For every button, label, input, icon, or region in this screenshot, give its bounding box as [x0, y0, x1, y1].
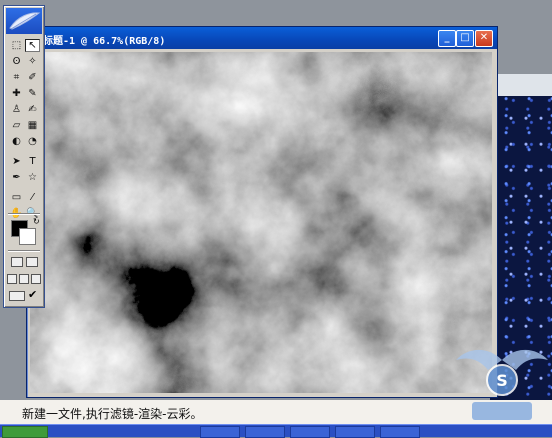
clouds-render	[30, 52, 492, 393]
marquee-tool-icon[interactable]: ⬚	[9, 39, 24, 52]
taskbar-item[interactable]	[290, 426, 330, 438]
document-title: 未标题-1 @ 66.7%(RGB/8)	[33, 36, 166, 47]
document-titlebar[interactable]: 未标题-1 @ 66.7%(RGB/8) _ □ ✕	[27, 27, 497, 49]
move-tool-icon[interactable]: ↖	[25, 39, 40, 52]
eyedropper-tool-icon[interactable]: ⁄	[25, 191, 40, 204]
screen-mode-full-icon[interactable]	[31, 274, 41, 284]
check-icon: ✔	[28, 288, 38, 301]
screen-mode-menu-icon[interactable]	[19, 274, 29, 284]
logo-watermark-icon: S	[456, 349, 548, 420]
toolbox-panel: ⬚↖ʘ✧⌗✐✚✎♙✍▱▦◐◔➤T✒☆▭⁄✋🔍 ↻ ✔	[3, 5, 45, 308]
maximize-button[interactable]: □	[456, 30, 474, 47]
history-brush-tool-icon[interactable]: ✍	[25, 103, 40, 116]
slice-tool-icon[interactable]: ✐	[25, 71, 40, 84]
jump-to-imageready-icon[interactable]	[9, 291, 25, 301]
clone-stamp-tool-icon[interactable]: ♙	[9, 103, 24, 116]
crop-tool-icon[interactable]: ⌗	[9, 71, 24, 84]
taskbar-item[interactable]	[380, 426, 420, 438]
type-tool-icon[interactable]: T	[25, 155, 40, 168]
background-window-strip	[490, 74, 552, 96]
magic-wand-tool-icon[interactable]: ✧	[25, 55, 40, 68]
taskbar-item[interactable]	[245, 426, 285, 438]
toolbox-divider	[8, 213, 40, 215]
pen-tool-icon[interactable]: ✒	[9, 171, 24, 184]
healing-brush-tool-icon[interactable]: ✚	[9, 87, 24, 100]
dodge-tool-icon[interactable]: ◔	[25, 135, 40, 148]
tutorial-caption: 新建一文件,执行滤镜-渲染-云彩。	[22, 407, 203, 421]
feather-icon	[9, 12, 41, 30]
brush-tool-icon[interactable]: ✎	[25, 87, 40, 100]
taskbar-item[interactable]	[200, 426, 240, 438]
document-canvas[interactable]	[30, 52, 492, 393]
taskbar-item[interactable]	[335, 426, 375, 438]
blur-tool-icon[interactable]: ◐	[9, 135, 24, 148]
shape-tool-icon[interactable]: ☆	[25, 171, 40, 184]
toolbox-header[interactable]	[6, 8, 42, 34]
start-button[interactable]	[2, 426, 48, 438]
minimize-button[interactable]: _	[438, 30, 456, 47]
swap-colors-icon[interactable]: ↻	[33, 217, 40, 226]
standard-mode-icon[interactable]	[11, 257, 23, 267]
taskbar	[0, 424, 552, 438]
screen-mode-standard-icon[interactable]	[7, 274, 17, 284]
path-selection-tool-icon[interactable]: ➤	[9, 155, 24, 168]
lasso-tool-icon[interactable]: ʘ	[9, 55, 24, 68]
document-window: 未标题-1 @ 66.7%(RGB/8) _ □ ✕	[26, 26, 498, 398]
eraser-tool-icon[interactable]: ▱	[9, 119, 24, 132]
gradient-tool-icon[interactable]: ▦	[25, 119, 40, 132]
svg-text:S: S	[496, 371, 508, 390]
toolbox-divider	[8, 250, 40, 252]
close-button[interactable]: ✕	[475, 30, 493, 47]
notes-tool-icon[interactable]: ▭	[9, 191, 24, 204]
background-color-swatch[interactable]	[19, 228, 36, 245]
quick-mask-icon[interactable]	[26, 257, 38, 267]
